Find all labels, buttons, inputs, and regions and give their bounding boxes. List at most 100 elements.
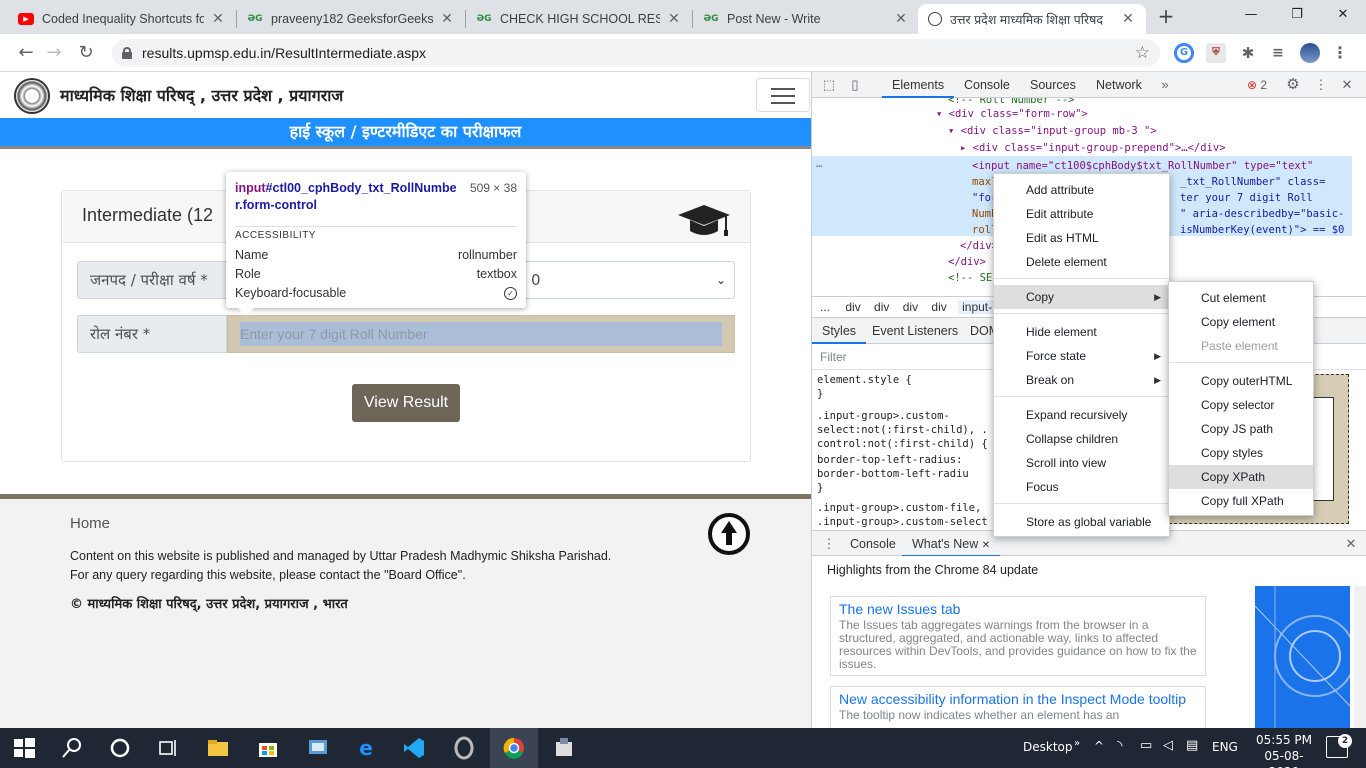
tab-elements[interactable]: Elements	[882, 72, 955, 98]
keyboard-icon[interactable]: ▤	[1186, 738, 1198, 753]
menu-item-cut-element[interactable]: Cut element	[1169, 286, 1313, 310]
browser-tab-1[interactable]: ▶ Coded Inequality Shortcuts for ✕	[8, 4, 236, 34]
dom-line[interactable]: <!-- SE	[948, 270, 992, 286]
search-icon[interactable]	[60, 736, 84, 760]
menu-item-expand-recursively[interactable]: Expand recursively	[994, 403, 1169, 427]
menu-item-focus[interactable]: Focus	[994, 475, 1169, 499]
device-toolbar-icon[interactable]: ▯	[846, 76, 864, 94]
menu-item-copy-full-xpath[interactable]: Copy full XPath	[1169, 489, 1313, 513]
dom-line[interactable]: ▾ <div class="input-group mb-3 ">	[948, 123, 1157, 139]
wifi-icon[interactable]: ◝	[1117, 738, 1122, 754]
drawer-tab-console[interactable]: Console	[840, 531, 906, 557]
dom-line[interactable]: ▾ <div class="form-row">	[936, 106, 1088, 122]
breadcrumb-item[interactable]: div	[874, 300, 889, 314]
devtools-menu-icon[interactable]: ⋮	[1312, 76, 1330, 94]
close-icon[interactable]: ✕	[982, 540, 990, 551]
media-playlist-icon[interactable]: ≡	[1268, 43, 1288, 63]
back-button[interactable]: ←	[14, 41, 38, 65]
file-explorer-icon[interactable]	[206, 736, 230, 760]
browser-tab-3[interactable]: ƏG CHECK HIGH SCHOOL RESULT ✕	[466, 4, 692, 34]
breadcrumb-item[interactable]: div	[903, 300, 918, 314]
close-window-button[interactable]: ✕	[1320, 0, 1366, 30]
menu-item-add-attribute[interactable]: Add attribute	[994, 178, 1169, 202]
style-line[interactable]: border-bottom-left-radiu	[817, 466, 969, 482]
breadcrumb-item[interactable]: div	[931, 300, 946, 314]
tab-styles[interactable]: Styles	[812, 318, 867, 344]
bookmark-star-icon[interactable]: ☆	[1135, 43, 1150, 63]
menu-item-collapse-children[interactable]: Collapse children	[994, 427, 1169, 451]
upmsp-logo[interactable]	[14, 78, 50, 114]
shield-extension-icon[interactable]: ⛨	[1206, 43, 1226, 63]
dom-line[interactable]: ▸ <div class="input-group-prepend">…</di…	[960, 140, 1226, 156]
grammarly-extension-icon[interactable]: G	[1174, 43, 1194, 63]
tab-event-listeners[interactable]: Event Listeners	[862, 318, 968, 344]
control-panel-icon[interactable]	[306, 736, 330, 760]
address-bar[interactable]: results.upmsp.edu.in/ResultIntermediate.…	[112, 39, 1160, 67]
view-result-button[interactable]: View Result	[352, 384, 460, 422]
breadcrumb-item[interactable]: div	[845, 300, 860, 314]
scroll-top-arrow-icon[interactable]	[708, 513, 750, 555]
edge-icon[interactable]: e	[354, 736, 378, 760]
gear-icon[interactable]: ⚙	[1284, 76, 1302, 94]
tray-expand-icon[interactable]: ^	[1094, 739, 1104, 753]
scrollbar[interactable]	[1354, 586, 1366, 728]
volume-icon[interactable]: ◁	[1163, 738, 1173, 753]
issues-counter[interactable]: ⊗ 2	[1242, 76, 1272, 94]
reload-button[interactable]: ↻	[74, 41, 98, 65]
inspect-element-icon[interactable]: ⬚	[820, 76, 838, 94]
taskbar-clock[interactable]: 05:55 PM 05-08-2020	[1254, 732, 1314, 768]
whats-new-card-title[interactable]: New accessibility information in the Ins…	[839, 691, 1197, 707]
menu-item-copy-selector[interactable]: Copy selector	[1169, 393, 1313, 417]
browser-tab-5-active[interactable]: उत्तर प्रदेश माध्यमिक शिक्षा परिषद ✕	[918, 4, 1146, 34]
menu-item-copy-xpath[interactable]: Copy XPath	[1169, 465, 1313, 489]
cortana-icon[interactable]	[108, 736, 132, 760]
drawer-menu-icon[interactable]: ⋮	[820, 535, 838, 553]
desktop-toolbar-label[interactable]: Desktop	[1023, 740, 1073, 754]
close-tab-icon[interactable]: ✕	[666, 11, 682, 27]
windows-start-icon[interactable]	[12, 736, 36, 760]
dom-line-selected[interactable]: <input name="ct100$cphBody$txt_RollNumbe…	[972, 158, 1313, 174]
menu-item-hide-element[interactable]: Hide element	[994, 320, 1169, 344]
style-line[interactable]: element.style {	[817, 372, 912, 388]
maximize-button[interactable]: ❐	[1274, 0, 1320, 30]
menu-item-edit-as-html[interactable]: Edit as HTML	[994, 226, 1169, 250]
tab-sources[interactable]: Sources	[1020, 72, 1086, 98]
drawer-tab-whats-new[interactable]: What's New ✕	[902, 531, 1001, 557]
menu-kebab-icon[interactable]: ⋮	[1330, 43, 1350, 63]
battery-icon[interactable]: ▭	[1140, 738, 1152, 753]
close-devtools-icon[interactable]: ✕	[1338, 76, 1356, 94]
menu-item-copy-outerhtml[interactable]: Copy outerHTML	[1169, 369, 1313, 393]
tab-network[interactable]: Network	[1086, 72, 1152, 98]
dom-line[interactable]: </div>	[948, 254, 986, 270]
style-line[interactable]: control:not(:first-child) {	[817, 436, 988, 452]
extensions-puzzle-icon[interactable]: ✱	[1238, 43, 1258, 63]
minimize-button[interactable]: —	[1228, 0, 1274, 30]
roll-number-input[interactable]: Enter your 7 digit Roll Number	[227, 315, 735, 353]
language-indicator[interactable]: ENG	[1212, 740, 1238, 754]
menu-item-store-global[interactable]: Store as global variable	[994, 510, 1169, 534]
menu-item-copy-js-path[interactable]: Copy JS path	[1169, 417, 1313, 441]
menu-item-delete-element[interactable]: Delete element	[994, 250, 1169, 274]
menu-item-copy[interactable]: Copy ▶	[994, 285, 1169, 309]
menu-item-scroll-into-view[interactable]: Scroll into view	[994, 451, 1169, 475]
chrome-icon[interactable]	[502, 736, 526, 760]
whats-new-card[interactable]: The new Issues tab The Issues tab aggreg…	[830, 596, 1206, 676]
store-icon[interactable]	[256, 736, 280, 760]
whats-new-card-title[interactable]: The new Issues tab	[839, 601, 1197, 617]
close-tab-icon[interactable]: ✕	[210, 11, 226, 27]
whats-new-card[interactable]: New accessibility information in the Ins…	[830, 686, 1206, 728]
menu-item-force-state[interactable]: Force state ▶	[994, 344, 1169, 368]
breadcrumb-item[interactable]: ...	[820, 300, 830, 314]
dom-ellipsis[interactable]: …	[816, 156, 822, 172]
close-tab-icon[interactable]: ✕	[893, 11, 909, 27]
breadcrumb-item-selected[interactable]: input-	[958, 300, 997, 314]
tab-console[interactable]: Console	[954, 72, 1020, 98]
new-tab-button[interactable]: +	[1154, 5, 1178, 29]
menu-item-break-on[interactable]: Break on ▶	[994, 368, 1169, 392]
footer-home-link[interactable]: Home	[70, 515, 110, 532]
menu-item-edit-attribute[interactable]: Edit attribute	[994, 202, 1169, 226]
vscode-icon[interactable]	[402, 736, 426, 760]
toolbar-chevron-icon[interactable]: »	[1074, 738, 1080, 749]
opera-icon[interactable]	[452, 736, 476, 760]
lock-icon[interactable]	[122, 47, 132, 59]
